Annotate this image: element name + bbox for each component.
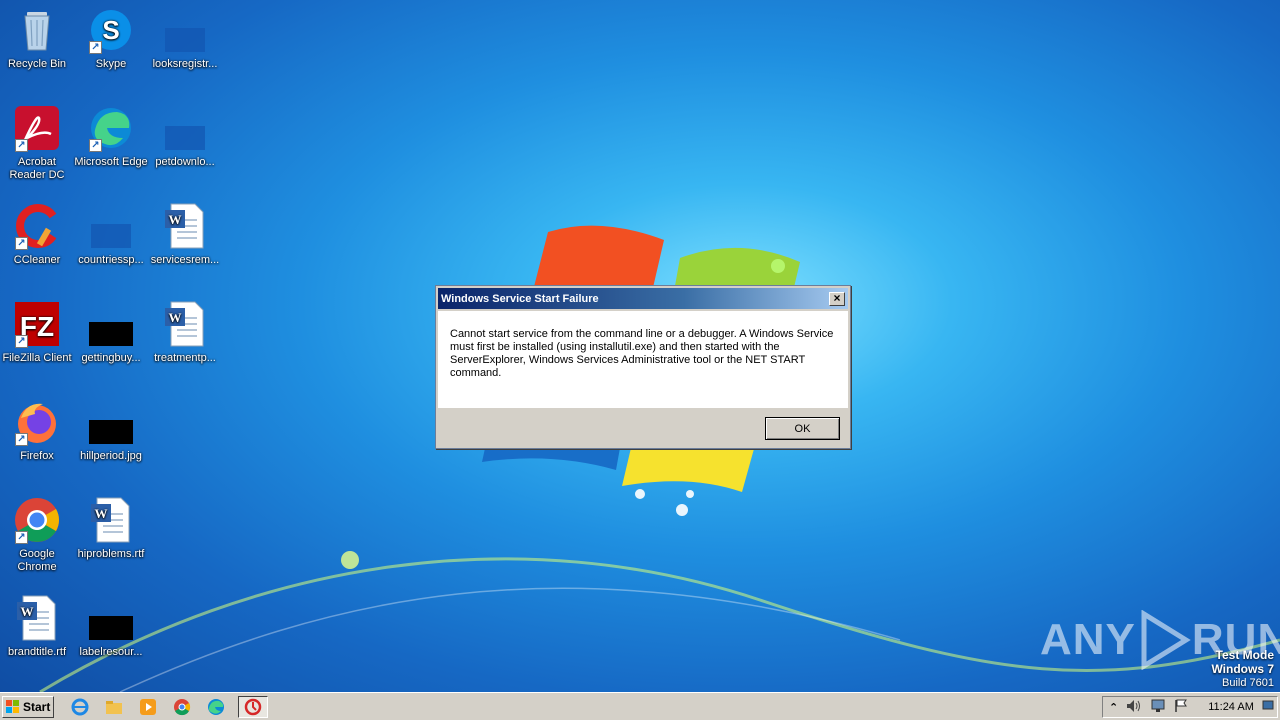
desktop-icon-label: Microsoft Edge xyxy=(74,156,148,168)
desktop-icon-firefox[interactable]: ↗ Firefox xyxy=(0,398,74,463)
desktop-icon-label: Acrobat Reader DC xyxy=(9,156,65,181)
svg-text:W: W xyxy=(169,212,182,227)
file-explorer-icon[interactable] xyxy=(102,696,126,718)
desktop-icon-label: Firefox xyxy=(20,450,54,462)
network-icon[interactable] xyxy=(1150,699,1166,716)
desktop-icon-looksregistr[interactable]: looksregistr... xyxy=(148,6,222,71)
desktop-icon-chrome[interactable]: ↗ Google Chrome xyxy=(0,496,74,574)
desktop-icon-labelresour[interactable]: labelresour... xyxy=(74,594,148,659)
desktop-icon-skype[interactable]: S ↗ Skype xyxy=(74,6,148,71)
word-document-icon: W xyxy=(17,595,56,641)
shortcut-arrow-icon: ↗ xyxy=(15,531,28,544)
media-player-icon[interactable] xyxy=(136,696,160,718)
dialog-titlebar[interactable]: Windows Service Start Failure × xyxy=(438,288,848,309)
desktop-icon-label: CCleaner xyxy=(13,254,61,266)
desktop-icon-label: hiproblems.rtf xyxy=(77,548,145,560)
svg-text:W: W xyxy=(169,310,182,325)
svg-text:W: W xyxy=(95,506,108,521)
action-center-flag-icon[interactable] xyxy=(1174,699,1188,716)
desktop-icon-label: countriessp... xyxy=(78,254,144,266)
shortcut-arrow-icon: ↗ xyxy=(15,335,28,348)
taskbar: Start ⌃ 11:24 AM xyxy=(0,692,1280,720)
desktop-icon-petdownlo[interactable]: petdownlo... xyxy=(148,104,222,169)
desktop-icon-recycle-bin[interactable]: Recycle Bin xyxy=(0,6,74,71)
svg-text:W: W xyxy=(21,604,34,619)
shortcut-arrow-icon: ↗ xyxy=(15,433,28,446)
desktop-icon-label: Skype xyxy=(95,58,127,70)
os-version-label: Windows 7 xyxy=(1211,662,1274,676)
quick-launch xyxy=(68,695,268,718)
word-document-icon: W xyxy=(165,203,204,249)
edge-taskbar-icon[interactable] xyxy=(204,696,228,718)
desktop-icon-label: FileZilla Client xyxy=(2,352,72,364)
desktop-icon-label: looksregistr... xyxy=(152,58,218,70)
desktop-icon-brandtitle[interactable]: W brandtitle.rtf xyxy=(0,594,74,659)
system-tray: ⌃ 11:24 AM xyxy=(1102,696,1278,718)
desktop-icon-hillperiod[interactable]: hillperiod.jpg xyxy=(74,398,148,463)
windows-logo-icon xyxy=(6,699,20,714)
word-document-icon: W xyxy=(91,497,130,543)
recycle-bin-icon xyxy=(24,12,50,51)
show-hidden-icons-icon[interactable]: ⌃ xyxy=(1109,701,1118,714)
desktop-icon-label: labelresour... xyxy=(79,646,143,658)
desktop-icon-hiproblems[interactable]: W hiproblems.rtf xyxy=(74,496,148,561)
file-icon xyxy=(165,28,205,52)
internet-explorer-icon[interactable] xyxy=(68,696,92,718)
dialog-footer: OK xyxy=(436,408,850,448)
test-mode-label: Test Mode xyxy=(1215,648,1274,662)
desktop-icon-label: petdownlo... xyxy=(155,156,215,168)
file-icon xyxy=(91,224,131,248)
desktop-icon-label: Recycle Bin xyxy=(7,58,67,70)
file-icon xyxy=(165,126,205,150)
service-failure-dialog: Windows Service Start Failure × Cannot s… xyxy=(435,285,851,449)
svg-text:S: S xyxy=(102,15,119,45)
desktop-icon-label: Google Chrome xyxy=(17,548,57,573)
desktop-icon-treatmentp[interactable]: W treatmentp... xyxy=(148,300,222,365)
watermark-left: ANY xyxy=(1040,615,1136,664)
shortcut-arrow-icon: ↗ xyxy=(89,41,102,54)
desktop-icon-label: brandtitle.rtf xyxy=(7,646,67,658)
start-button[interactable]: Start xyxy=(2,695,54,718)
chrome-taskbar-icon[interactable] xyxy=(170,696,194,718)
volume-icon[interactable] xyxy=(1126,699,1142,716)
shortcut-arrow-icon: ↗ xyxy=(15,139,28,152)
play-logo-icon xyxy=(1141,610,1191,670)
desktop-icon-filezilla[interactable]: FZ ↗ FileZilla Client xyxy=(0,300,74,365)
shortcut-arrow-icon: ↗ xyxy=(15,237,28,250)
build-label: Build 7601 xyxy=(1222,677,1274,689)
close-icon[interactable]: × xyxy=(829,291,845,306)
word-document-icon: W xyxy=(165,301,204,347)
image-file-icon xyxy=(89,616,133,640)
desktop-icon-edge[interactable]: ↗ Microsoft Edge xyxy=(74,104,148,169)
ok-button[interactable]: OK xyxy=(765,417,840,440)
desktop-icon-gettingbuy[interactable]: gettingbuy... xyxy=(74,300,148,365)
desktop-icon-label: treatmentp... xyxy=(154,352,216,364)
os-build-info: Test Mode Windows 7 Build 7601 xyxy=(1211,648,1274,690)
shortcut-arrow-icon: ↗ xyxy=(89,139,102,152)
image-file-icon xyxy=(89,322,133,346)
start-label: Start xyxy=(23,699,51,714)
image-file-icon xyxy=(89,420,133,444)
show-desktop-icon[interactable] xyxy=(1262,700,1274,715)
desktop-icon-label: servicesrem... xyxy=(150,254,220,266)
running-app-icon[interactable] xyxy=(238,695,268,718)
desktop-icon-countriessp[interactable]: countriessp... xyxy=(74,202,148,267)
desktop-icon-servicesrem[interactable]: W servicesrem... xyxy=(148,202,222,267)
dialog-body: Cannot start service from the command li… xyxy=(438,311,848,408)
taskbar-clock[interactable]: 11:24 AM xyxy=(1208,701,1254,713)
desktop-icon-ccleaner[interactable]: ↗ CCleaner xyxy=(0,202,74,267)
desktop-icon-acrobat[interactable]: ↗ Acrobat Reader DC xyxy=(0,104,74,182)
dialog-message: Cannot start service from the command li… xyxy=(450,328,834,379)
dialog-title: Windows Service Start Failure xyxy=(441,292,599,305)
desktop-icon-label: hillperiod.jpg xyxy=(80,450,142,462)
desktop-icon-label: gettingbuy... xyxy=(81,352,141,364)
